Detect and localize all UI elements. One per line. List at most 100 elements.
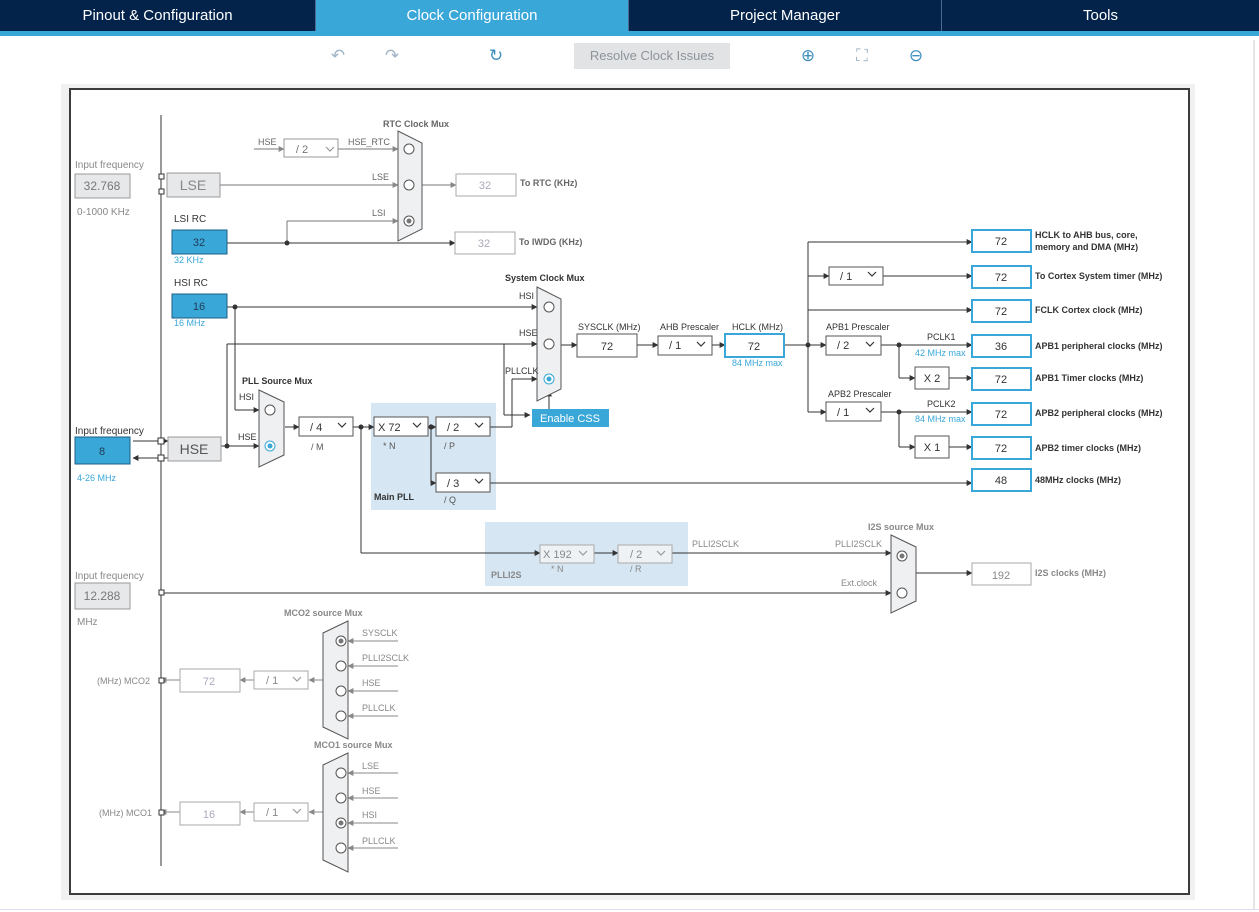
mco2-label: (MHz) MCO2 — [97, 676, 150, 686]
rtc-hse-div-value: / 2 — [296, 144, 308, 156]
rtc-mux-title: RTC Clock Mux — [383, 119, 449, 129]
mco2-mux-pllclk-radio[interactable] — [335, 710, 347, 722]
apb2-timer-value: 72 — [995, 443, 1007, 455]
sysclk-caption: SYSCLK (MHz) — [578, 322, 641, 332]
cortex-output-value: 72 — [995, 272, 1007, 284]
apb2-periph-value: 72 — [995, 409, 1007, 421]
pll-n-caption: * N — [383, 441, 396, 451]
i2s-mux-ext-radio[interactable] — [896, 587, 908, 599]
pll-mux-hsi-label: HSI — [239, 392, 254, 402]
plli2s-r-value: / 2 — [630, 549, 642, 561]
ext-unit: MHz — [77, 617, 98, 628]
mco1-divider[interactable] — [253, 802, 309, 822]
mco2-divider[interactable] — [253, 670, 309, 690]
mco1-div-value: / 1 — [266, 807, 278, 819]
apb2-timer-mult: X 1 — [924, 442, 941, 454]
mco2-in2: PLLI2SCLK — [362, 653, 409, 663]
lsi-freq: 32 KHz — [174, 255, 204, 265]
pll-mux-hse-label: HSE — [238, 432, 257, 442]
mco2-mux-plli2sclk-radio[interactable] — [335, 660, 347, 672]
hse-input-value: 8 — [99, 446, 105, 458]
rtc-mux-lse-radio[interactable] — [403, 179, 415, 191]
i2s-source-mux — [890, 534, 917, 614]
pll-p-caption: / P — [444, 441, 455, 451]
hclk-value: 72 — [748, 341, 760, 353]
rtc-caption: To RTC (KHz) — [520, 178, 577, 188]
plli2s-r-caption: / R — [630, 564, 642, 574]
rtc-mux-hse-radio[interactable] — [403, 143, 415, 155]
hse-range: 4-26 MHz — [77, 473, 117, 483]
mco1-mux-hse-radio[interactable] — [335, 792, 347, 804]
i2s-mux-title: I2S source Mux — [868, 522, 934, 532]
mco1-in4: PLLCLK — [362, 836, 396, 846]
mco2-div-value: / 1 — [266, 675, 278, 687]
apb1-caption: APB1 Prescaler — [826, 322, 890, 332]
pll-m-caption: / M — [311, 442, 324, 452]
lse-range: 0-1000 KHz — [77, 207, 130, 218]
hclk-max: 84 MHz max — [732, 358, 783, 368]
apb1-timer-label: APB1 Timer clocks (MHz) — [1035, 373, 1143, 383]
mco1-mux-lse-radio[interactable] — [335, 767, 347, 779]
sysclk-value: 72 — [601, 341, 613, 353]
plli2s-r-divider[interactable] — [617, 544, 673, 564]
rtc-lse-label: LSE — [372, 172, 389, 182]
sysmux-pllclk-label: PLLCLK — [505, 366, 539, 376]
fclk-output-label: FCLK Cortex clock (MHz) — [1035, 305, 1143, 315]
hclk-output-value: 72 — [995, 236, 1007, 248]
mco1-in1: LSE — [362, 761, 379, 771]
enable-css-label: Enable CSS — [540, 413, 600, 425]
pll-m-value: / 4 — [310, 422, 322, 434]
plli2s-out-label: PLLI2SCLK — [692, 539, 739, 549]
lse-input-value: 32.768 — [84, 179, 121, 193]
pll-p-value: / 2 — [447, 422, 459, 434]
pclk2-label: PCLK2 — [927, 399, 956, 409]
ext-input-value: 12.288 — [84, 589, 121, 603]
hclk-output-label-1: HCLK to AHB bus, core, — [1035, 230, 1138, 240]
mco1-mux-pllclk-radio[interactable] — [335, 842, 347, 854]
ahb-caption: AHB Prescaler — [660, 322, 719, 332]
i2s-mux-in1: PLLI2SCLK — [835, 539, 882, 549]
cortex-timer-divider[interactable] — [828, 266, 884, 286]
apb2-prescaler-select[interactable] — [825, 401, 882, 422]
pll-n-value: X 72 — [378, 422, 401, 434]
sysclk-mux-hsi-radio[interactable] — [543, 301, 555, 313]
apb1-periph-value: 36 — [995, 341, 1007, 353]
pll-mux-hsi-radio[interactable] — [264, 404, 276, 416]
pll-m-divider[interactable] — [298, 416, 354, 437]
mco2-in3: HSE — [362, 678, 381, 688]
apb1-timer-mult: X 2 — [924, 373, 941, 385]
lsi-caption: LSI RC — [174, 214, 206, 225]
apb2-div-value: / 1 — [837, 407, 849, 419]
pll-mux-title: PLL Source Mux — [242, 376, 312, 386]
hsi-caption: HSI RC — [174, 278, 208, 289]
hse-label: HSE — [180, 441, 209, 457]
pll-q-divider[interactable] — [435, 472, 491, 493]
sysmux-hsi-label: HSI — [519, 291, 534, 301]
i2s-value: 192 — [992, 570, 1010, 582]
ahb-value: / 1 — [669, 340, 681, 352]
apb2-timer-label: APB2 timer clocks (MHz) — [1035, 443, 1141, 453]
plli2s-title: PLLI2S — [491, 570, 522, 580]
plli2s-n-caption: * N — [551, 564, 564, 574]
pclk1-label: PCLK1 — [927, 332, 956, 342]
48mhz-value: 48 — [995, 475, 1007, 487]
lsi-value: 32 — [193, 237, 205, 249]
lse-label: LSE — [180, 177, 206, 193]
hclk-output-label-2: memory and DMA (MHz) — [1035, 242, 1138, 252]
pll-p-divider[interactable] — [435, 416, 491, 437]
mco1-in2: HSE — [362, 786, 381, 796]
mco2-value: 72 — [203, 676, 215, 688]
pll-q-value: / 3 — [447, 478, 459, 490]
ahb-prescaler-select[interactable] — [657, 335, 713, 356]
apb1-periph-label: APB1 peripheral clocks (MHz) — [1035, 341, 1163, 351]
48mhz-label: 48MHz clocks (MHz) — [1035, 475, 1121, 485]
mco1-in3: HSI — [362, 810, 377, 820]
iwdg-caption: To IWDG (KHz) — [519, 237, 582, 247]
mco1-title: MCO1 source Mux — [314, 740, 393, 750]
mco2-mux-hse-radio[interactable] — [335, 685, 347, 697]
lse-input-caption: Input frequency — [75, 160, 144, 171]
apb1-prescaler-select[interactable] — [825, 335, 882, 356]
sysclk-mux-title: System Clock Mux — [505, 273, 585, 283]
sysclk-mux-hse-radio[interactable] — [543, 338, 555, 350]
mco1-label: (MHz) MCO1 — [99, 808, 152, 818]
